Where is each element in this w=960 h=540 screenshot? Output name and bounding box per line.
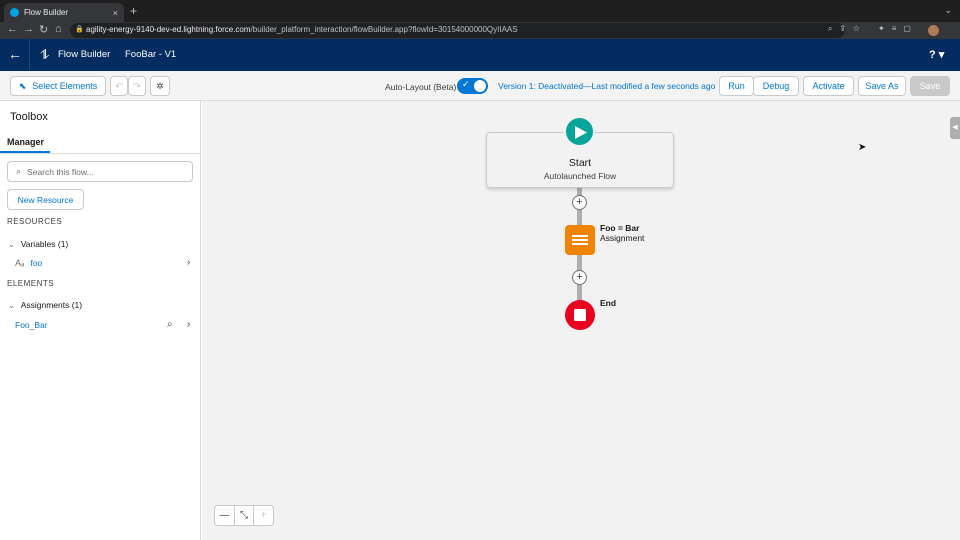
undo-icon: ↶ [115,80,123,91]
debug-button[interactable]: Debug [753,76,799,96]
chevron-down-icon: ⌄ [8,240,15,249]
browser-tab-bar: Flow Builder × + ⌄ [0,0,960,22]
save-button[interactable]: Save [910,76,950,96]
zoom-out-button[interactable]: — [215,506,235,525]
version-status: Version 1: Deactivated—Last modified a f… [498,81,716,91]
app-name: Flow Builder [58,49,111,60]
toolbox-title: Toolbox [10,111,48,123]
select-cursor-icon: ⬉ [18,80,27,91]
save-as-button[interactable]: Save As [858,76,906,96]
toolbox-panel: Toolbox Manager ⌕ Search this flow... Ne… [0,101,201,540]
resources-heading: RESOURCES [7,217,63,226]
url-field[interactable]: 🔒 agility-energy-9140-dev-ed.lightning.f… [70,23,845,38]
url-path: /builder_platform_interaction/flowBuilde… [250,25,518,34]
zoom-controls: — ⤡ + [214,505,274,526]
flow-builder-icon: ⥮ [40,47,50,62]
search-placeholder: Search this flow... [27,166,94,177]
add-element-button[interactable]: + [572,195,587,210]
stop-icon [574,309,586,321]
variables-group-label: Variables (1) [20,239,69,249]
forward-icon[interactable]: → [23,23,34,35]
assignment-bar [572,243,588,245]
toggle-knob [474,80,486,92]
zoom-in-button[interactable]: + [254,506,273,525]
magnify-icon[interactable]: ⌕ [167,319,173,330]
back-arrow-icon[interactable]: ← [8,46,22,62]
profile-avatar[interactable] [928,25,939,36]
end-node-icon[interactable] [565,300,595,330]
chevron-right-icon[interactable]: › [187,257,190,268]
assignment-bar [572,235,588,237]
add-element-button[interactable]: + [572,270,587,285]
browser-tab[interactable]: Flow Builder × [4,3,124,22]
salesforce-cloud-icon [10,8,19,17]
auto-layout-toggle[interactable]: ✓ [457,78,488,94]
search-flow-input[interactable]: ⌕ Search this flow... [7,161,193,182]
tab-manager[interactable]: Manager [7,137,44,147]
variable-item-label: foo [30,258,43,268]
select-elements-label: Select Elements [32,81,98,91]
fit-to-view-button[interactable]: ⤡ [235,506,255,525]
auto-layout-label: Auto-Layout (Beta) [385,82,457,92]
play-triangle [575,126,587,139]
start-node-subtitle: Autolaunched Flow [543,171,617,181]
back-icon[interactable]: ← [7,23,18,35]
text-variable-icon: Aₐ [15,258,25,268]
omnibox-actions-icons[interactable]: ⌕⇪☆ [828,24,868,34]
new-resource-button[interactable]: New Resource [7,189,84,210]
end-node-label: End [600,298,617,308]
search-icon: ⌕ [16,166,22,176]
redo-icon: ↷ [133,80,141,91]
assignment-item-label: Foo_Bar [15,320,48,330]
lock-icon: 🔒 [75,26,84,33]
flow-properties-button[interactable]: ✲ [150,76,170,96]
assignments-group[interactable]: ⌄ Assignments (1) [8,300,82,310]
close-tab-icon[interactable]: × [113,8,118,18]
assignment-bar [572,239,588,241]
extensions-icons[interactable]: ✦≡▢ [878,24,918,33]
browser-address-bar: ← → ↻ ⌂ 🔒 agility-energy-9140-dev-ed.lig… [0,22,960,39]
redo-button[interactable]: ↷ [128,76,146,96]
new-tab-button[interactable]: + [130,4,137,18]
check-icon: ✓ [462,79,470,89]
reload-icon[interactable]: ↻ [39,23,48,36]
start-node-title: Start [568,157,592,169]
tab-search-chevron-icon[interactable]: ⌄ [944,5,952,16]
assignment-node-icon[interactable] [565,225,595,255]
play-icon[interactable] [564,116,595,147]
flow-builder-header: ← ⥮ Flow Builder FooBar - V1 ? ▾ [0,39,960,71]
flow-name: FooBar - V1 [125,49,177,60]
run-button[interactable]: Run [719,76,754,96]
gear-icon: ✲ [156,80,164,91]
elements-heading: ELEMENTS [7,279,55,288]
assignment-node-label: Foo = Bar Assignment [600,223,644,243]
variables-group[interactable]: ⌄ Variables (1) [8,239,68,249]
assignment-item-foo-bar[interactable]: Foo_Bar [15,320,48,330]
assignment-node-type: Assignment [600,233,645,243]
url-host: agility-energy-9140-dev-ed.lightning.for… [86,25,251,34]
assignments-group-label: Assignments (1) [20,300,83,310]
undo-button[interactable]: ↶ [110,76,128,96]
chevron-right-icon[interactable]: › [187,319,190,330]
home-icon[interactable]: ⌂ [55,23,62,35]
activate-button[interactable]: Activate [803,76,854,96]
panel-toggle-handle[interactable]: ◀ [950,117,960,139]
browser-tab-title: Flow Builder [24,8,69,17]
variable-item-foo[interactable]: Aₐ foo [15,258,42,268]
chevron-down-icon: ⌄ [8,301,15,310]
mouse-cursor-icon: ➤ [858,142,867,153]
tab-divider [0,153,200,154]
help-menu-button[interactable]: ? ▾ [929,48,944,61]
select-elements-button[interactable]: ⬉ Select Elements [10,76,106,96]
header-divider [29,39,30,71]
assignment-node-name: Foo = Bar [600,223,640,233]
